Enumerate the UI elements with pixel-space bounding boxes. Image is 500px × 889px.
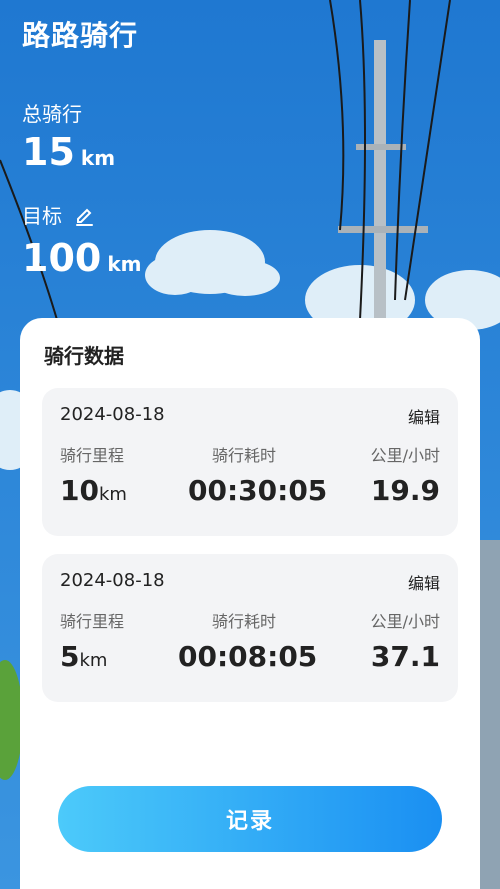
- pencil-icon[interactable]: [72, 203, 96, 227]
- duration-value: 00:08:05: [178, 640, 318, 673]
- duration-label: 骑行耗时: [212, 446, 277, 465]
- record-button[interactable]: 记录: [58, 786, 442, 852]
- speed-label: 公里/小时: [370, 612, 440, 631]
- ride-record-card: 2024-08-18 编辑 骑行里程 骑行耗时 公里/小时 5km 00:08:…: [42, 554, 458, 702]
- speed-value: 19.9: [370, 474, 440, 507]
- distance-value: 10km: [60, 474, 127, 507]
- goal-row: 目标: [22, 200, 96, 229]
- edit-record-button[interactable]: 编辑: [408, 404, 440, 428]
- panel-title: 骑行数据: [44, 344, 124, 368]
- ride-record-card: 2024-08-18 编辑 骑行里程 骑行耗时 公里/小时 10km 00:30…: [42, 388, 458, 536]
- speed-label: 公里/小时: [370, 446, 440, 465]
- goal-label: 目标: [22, 204, 62, 228]
- app-title: 路路骑行: [22, 19, 139, 52]
- edit-record-button[interactable]: 编辑: [408, 570, 440, 594]
- total-ride-value: 15 km: [22, 130, 115, 174]
- ride-date: 2024-08-18: [60, 404, 165, 425]
- duration-label: 骑行耗时: [212, 612, 277, 631]
- distance-label: 骑行里程: [60, 612, 125, 631]
- total-ride-number: 15: [22, 130, 75, 174]
- distance-value: 5km: [60, 640, 107, 673]
- total-ride-unit: km: [80, 146, 116, 170]
- distance-number: 10: [60, 474, 99, 507]
- total-ride-label: 总骑行: [22, 102, 82, 126]
- goal-unit: km: [107, 252, 142, 276]
- ride-data-panel: 骑行数据 2024-08-18 编辑 骑行里程 骑行耗时 公里/小时 10km …: [20, 318, 480, 889]
- distance-label: 骑行里程: [60, 446, 125, 465]
- ride-date: 2024-08-18: [60, 570, 165, 591]
- speed-value: 37.1: [370, 640, 440, 673]
- goal-value: 100 km: [22, 236, 141, 280]
- duration-value: 00:30:05: [188, 474, 328, 507]
- goal-number: 100: [22, 236, 102, 280]
- distance-unit: km: [98, 484, 127, 505]
- distance-unit: km: [79, 650, 108, 671]
- distance-number: 5: [60, 640, 80, 673]
